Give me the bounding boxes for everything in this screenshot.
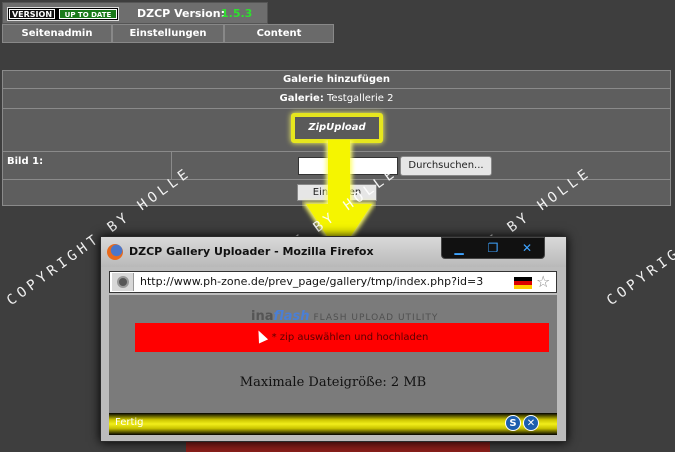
url-text[interactable]: http://www.ph-zone.de/prev_page/gallery/… (140, 275, 483, 288)
bild-cell: Durchsuchen... (171, 152, 670, 179)
nav-einstellungen[interactable]: Einstellungen (112, 24, 224, 43)
version-header: VERSION UP TO DATE DZCP Version: 1.5.3 (2, 2, 268, 24)
minimize-icon[interactable]: ▁ (450, 241, 468, 255)
inaflash-logo: inaflash FLASH UPLOAD UTILITY (251, 305, 438, 324)
uploader-content: inaflash FLASH UPLOAD UTILITY * zip auswä… (109, 295, 557, 413)
x-icon[interactable]: ✕ (523, 415, 539, 431)
nav-content[interactable]: Content (224, 24, 334, 43)
firefox-popup-window: DZCP Gallery Uploader - Mozilla Firefox … (100, 236, 567, 442)
panel-title: Galerie hinzufügen (3, 71, 670, 89)
gallery-label: Galerie: (279, 93, 324, 104)
status-icons: S ✕ (505, 415, 539, 431)
s-icon[interactable]: S (505, 415, 521, 431)
version-badge-text: VERSION (9, 9, 55, 19)
version-number: 1.5.3 (221, 7, 253, 20)
window-controls: ▁ ❐ ✕ (441, 237, 545, 259)
upload-label: * zip auswählen und hochladen (271, 332, 429, 343)
upload-zip-button[interactable]: * zip auswählen und hochladen (135, 323, 549, 352)
gallery-row: Galerie: Testgallerie 2 (3, 89, 670, 109)
nav-seitenadmin[interactable]: Seitenadmin (2, 24, 112, 43)
url-bar[interactable]: http://www.ph-zone.de/prev_page/gallery/… (109, 271, 557, 293)
status-text: Fertig (115, 417, 144, 428)
close-icon[interactable]: ✕ (518, 241, 536, 255)
zip-upload-button[interactable]: ZipUpload (291, 113, 383, 143)
max-file-size: Maximale Dateigröße: 2 MB (239, 375, 427, 390)
uptodate-badge-text: UP TO DATE (59, 9, 117, 19)
status-bar: Fertig S ✕ (109, 413, 557, 435)
brand-ina: ina (251, 309, 274, 324)
version-status-badge: VERSION UP TO DATE (7, 7, 119, 21)
brand-util: FLASH UPLOAD UTILITY (313, 313, 439, 323)
version-label: DZCP Version: (137, 7, 225, 20)
site-identity-icon[interactable] (112, 273, 134, 291)
german-flag-icon (514, 277, 532, 289)
restore-icon[interactable]: ❐ (484, 241, 502, 255)
brand-flash: flash (273, 309, 310, 324)
admin-nav: Seitenadmin Einstellungen Content (2, 24, 334, 43)
browse-button[interactable]: Durchsuchen... (400, 156, 492, 176)
cursor-icon (253, 328, 268, 344)
bild-label: Bild 1: (7, 156, 44, 167)
firefox-icon (107, 244, 123, 260)
bookmark-star-icon[interactable]: ☆ (536, 272, 550, 292)
window-title: DZCP Gallery Uploader - Mozilla Firefox (129, 245, 374, 258)
gallery-name: Testgallerie 2 (327, 93, 394, 104)
window-titlebar[interactable]: DZCP Gallery Uploader - Mozilla Firefox … (101, 237, 566, 267)
